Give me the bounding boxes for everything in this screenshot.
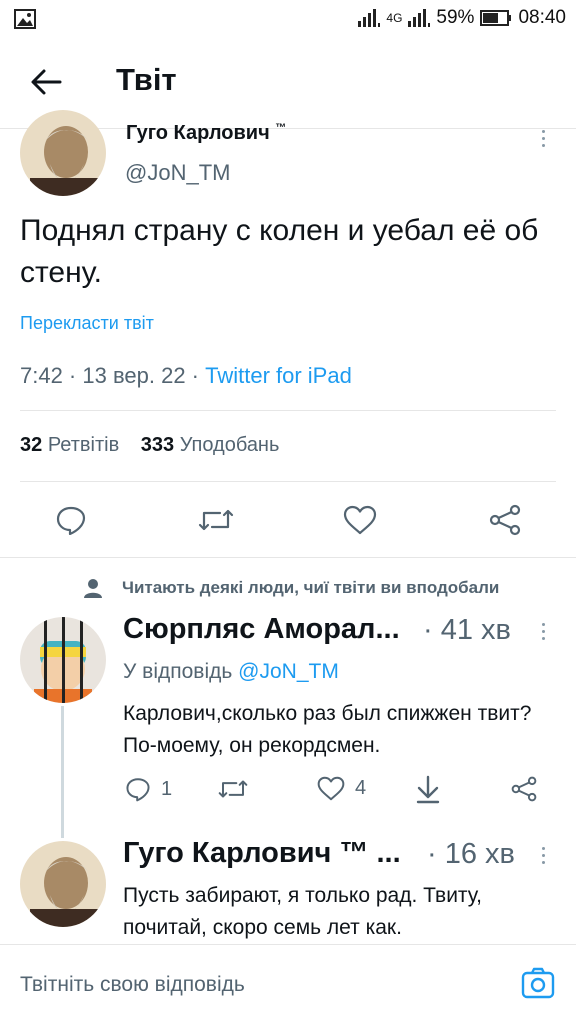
divider [20, 481, 556, 482]
reply-time: · 41 хв [423, 614, 511, 646]
reply-count: 1 [161, 777, 173, 800]
back-arrow-icon[interactable] [30, 68, 62, 101]
reply-text: Пусть забирают, я только рад. Твиту, поч… [123, 884, 483, 939]
like-count: 4 [355, 777, 367, 799]
like-action[interactable]: 4 [317, 776, 366, 801]
likes-count: 333 [140, 434, 175, 456]
retweets-label: Ретвітів [47, 434, 120, 456]
clock: 08:40 [518, 7, 566, 28]
reply-input[interactable]: Твітніть свою відповідь [20, 945, 500, 1025]
divider [0, 557, 576, 558]
retweets-count: 32 [20, 434, 43, 456]
reply-author-name[interactable]: Гуго Карлович ™ ... [123, 837, 401, 870]
image-notification-icon [14, 9, 36, 34]
more-options-icon[interactable] [542, 130, 545, 147]
likes-label: Уподобань [179, 434, 280, 456]
social-context-text: Читають деякі люди, чиї твіти ви вподоба… [122, 578, 500, 597]
tweet-text: Поднял страну с колен и уебал её об стен… [20, 214, 539, 289]
reply-text: Карлович,сколько раз был спижжен твит? П… [123, 702, 532, 757]
retweets-stat[interactable]: 32 Ретвітів [20, 434, 125, 456]
compose-bar: Твітніть свою відповідь [0, 944, 576, 1025]
engagement-stats: 32 Ретвітів 333 Уподобань [20, 434, 279, 457]
likes-stat[interactable]: 333 Уподобань [141, 434, 280, 456]
tweet-timestamp: 7:42 · 13 вер. 22 · [20, 363, 206, 388]
download-icon[interactable] [415, 774, 441, 809]
battery-percent: 59% [436, 7, 475, 28]
author-avatar[interactable] [20, 110, 106, 196]
tweet-meta: 7:42 · 13 вер. 22 · Twitter for iPad [20, 363, 352, 389]
author-handle[interactable]: @JoN_TM [125, 160, 230, 186]
reply-time: · 16 хв [427, 838, 515, 870]
share-icon[interactable] [510, 776, 538, 807]
retweet-icon[interactable] [218, 778, 248, 805]
page-title: Твіт [116, 62, 177, 97]
battery-icon [480, 10, 512, 26]
network-type: 4G [386, 11, 403, 25]
author-name[interactable]: Гуго Карлович ™ [126, 122, 286, 145]
more-options-icon[interactable] [542, 623, 545, 640]
reply-action[interactable]: 1 [125, 776, 172, 802]
reply-author-name[interactable]: Сюрпляс Аморал... [123, 613, 400, 646]
translate-tweet-link[interactable]: Перекласти твіт [20, 313, 154, 334]
reply-avatar[interactable] [20, 841, 106, 927]
trademark-badge: ™ [275, 122, 287, 134]
status-icons: 4G 59% 08:40 [358, 7, 566, 29]
reply-input-placeholder: Твітніть свою відповідь [20, 973, 245, 996]
signal-icon [358, 9, 381, 27]
reply-icon [126, 778, 150, 802]
like-icon[interactable] [343, 505, 377, 540]
thread-line [61, 706, 64, 838]
reply-icon[interactable] [55, 505, 87, 540]
reply-to-handle[interactable]: @JoN_TM [238, 660, 339, 683]
top-bar [0, 40, 576, 129]
status-bar: 4G 59% 08:40 [0, 0, 576, 40]
tweet-client-link[interactable]: Twitter for iPad [205, 363, 352, 388]
reply-to-prefix: У відповідь [123, 660, 239, 683]
more-options-icon[interactable] [542, 847, 545, 864]
reply-avatar[interactable] [20, 617, 106, 703]
share-icon[interactable] [488, 504, 522, 541]
reply-to-line: У відповідь @JoN_TM [123, 660, 339, 684]
divider [20, 410, 556, 411]
person-icon [84, 578, 102, 603]
like-icon [317, 776, 345, 801]
retweet-icon[interactable] [198, 507, 234, 538]
camera-icon[interactable] [521, 967, 555, 1004]
signal-2-icon [408, 9, 431, 27]
